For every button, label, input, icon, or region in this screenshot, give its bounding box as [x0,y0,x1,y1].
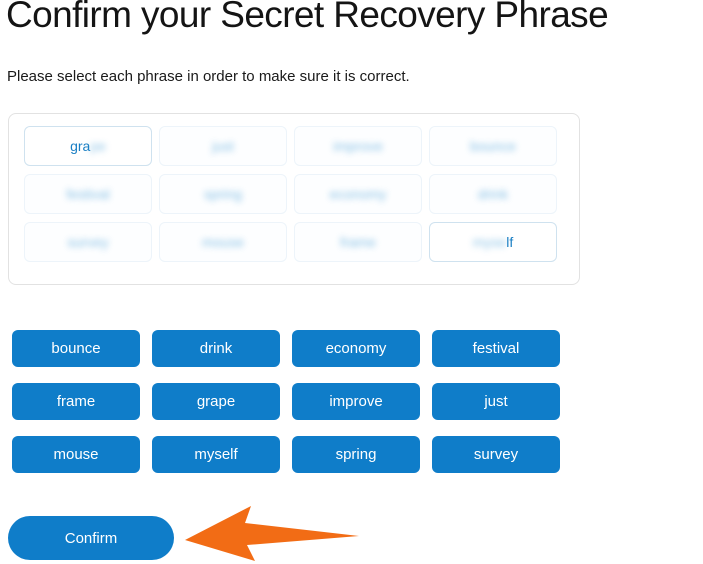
phrase-cell-label: bounce [470,138,516,154]
word-button-festival[interactable]: festival [432,330,560,367]
word-button-spring[interactable]: spring [292,436,420,473]
word-button-survey[interactable]: survey [432,436,560,473]
word-button-bounce[interactable]: bounce [12,330,140,367]
phrase-cell-label: improve [333,138,383,154]
phrase-cell[interactable]: mouse [159,222,287,262]
word-button-mouse[interactable]: mouse [12,436,140,473]
word-bank: bounce drink economy festival frame grape impr… [12,330,560,473]
phrase-cell-label: survey [67,234,109,250]
word-button-economy[interactable]: economy [292,330,420,367]
phrase-cell[interactable]: grape [24,126,152,166]
phrase-cell-label: economy [329,186,387,202]
phrase-cell[interactable]: economy [294,174,422,214]
phrase-cell-label: spring [203,186,243,202]
phrase-cell[interactable]: bounce [429,126,557,166]
phrase-cell-label: frame [340,234,376,250]
word-button-grape[interactable]: grape [152,383,280,420]
word-button-just[interactable]: just [432,383,560,420]
phrase-cell-label: festival [66,186,110,202]
phrase-cell[interactable]: festival [24,174,152,214]
phrase-cell[interactable]: spring [159,174,287,214]
phrase-cell-label: grape [70,138,106,154]
phrase-cell[interactable]: just [159,126,287,166]
word-button-myself[interactable]: myself [152,436,280,473]
phrase-cell[interactable]: myself [429,222,557,262]
word-button-frame[interactable]: frame [12,383,140,420]
phrase-grid: grape just improve bounce festival spring econ… [24,126,568,262]
page-title: Confirm your Secret Recovery Phrase [6,0,609,35]
word-button-drink[interactable]: drink [152,330,280,367]
phrase-cell[interactable]: survey [24,222,152,262]
word-button-improve[interactable]: improve [292,383,420,420]
phrase-cell-label: just [212,138,234,154]
annotation-arrow-icon [185,506,359,561]
phrase-cell-label: drink [477,186,509,202]
page-subtitle: Please select each phrase in order to ma… [7,68,410,85]
phrase-cell-label: mouse [201,234,245,250]
phrase-cell-label: myself [472,234,514,250]
phrase-cell[interactable]: frame [294,222,422,262]
phrase-cell[interactable]: improve [294,126,422,166]
confirm-button[interactable]: Confirm [8,516,174,560]
phrase-grid-panel: grape just improve bounce festival spring econ… [8,113,580,285]
phrase-cell[interactable]: drink [429,174,557,214]
